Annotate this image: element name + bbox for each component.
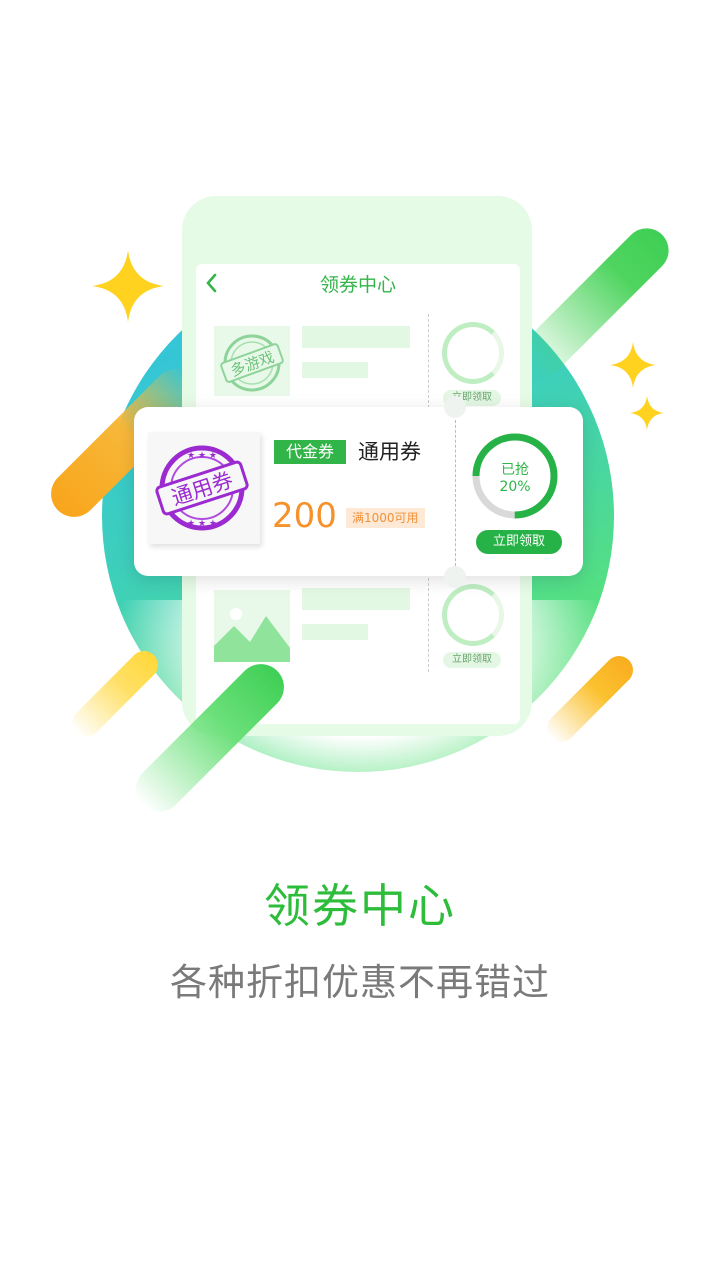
sparkle-icon bbox=[630, 396, 664, 434]
progress-label: 已抢 bbox=[501, 462, 529, 478]
card-notch bbox=[444, 396, 466, 418]
card-divider bbox=[455, 420, 456, 566]
progress-percent: 20% bbox=[499, 479, 531, 495]
card-notch bbox=[444, 566, 466, 588]
ghost-coupon-thumb: 多游戏 bbox=[214, 326, 290, 396]
coupon-amount: 200 bbox=[272, 496, 337, 536]
ghost-bar bbox=[302, 624, 368, 640]
ghost-progress-ring bbox=[442, 322, 504, 384]
ghost-claim-button: 立即领取 bbox=[443, 652, 501, 668]
page-title: 领券中心 bbox=[264, 879, 456, 933]
claim-button[interactable]: 立即领取 bbox=[476, 530, 562, 554]
ghost-divider bbox=[428, 578, 429, 672]
svg-text:★ ★ ★: ★ ★ ★ bbox=[187, 451, 217, 461]
ghost-divider bbox=[428, 314, 429, 408]
ghost-bar bbox=[302, 362, 368, 378]
coupon-type-tag: 代金券 bbox=[274, 440, 346, 464]
coupon-name: 通用券 bbox=[358, 440, 421, 464]
ghost-bar bbox=[302, 326, 410, 348]
sparkle-icon bbox=[92, 250, 164, 326]
screen-title: 领券中心 bbox=[319, 274, 396, 296]
ghost-progress-ring bbox=[442, 584, 504, 646]
svg-text:★ ★ ★: ★ ★ ★ bbox=[187, 519, 217, 529]
image-placeholder-icon bbox=[214, 590, 290, 662]
page-subtitle: 各种折扣优惠不再错过 bbox=[170, 961, 550, 1004]
coupon-condition: 满1000可用 bbox=[346, 508, 425, 528]
sparkle-icon bbox=[610, 342, 656, 392]
coupon-stamp-image: ★ ★ ★ ★ ★ ★ 通用券 bbox=[148, 432, 260, 544]
ghost-bar bbox=[302, 588, 410, 610]
